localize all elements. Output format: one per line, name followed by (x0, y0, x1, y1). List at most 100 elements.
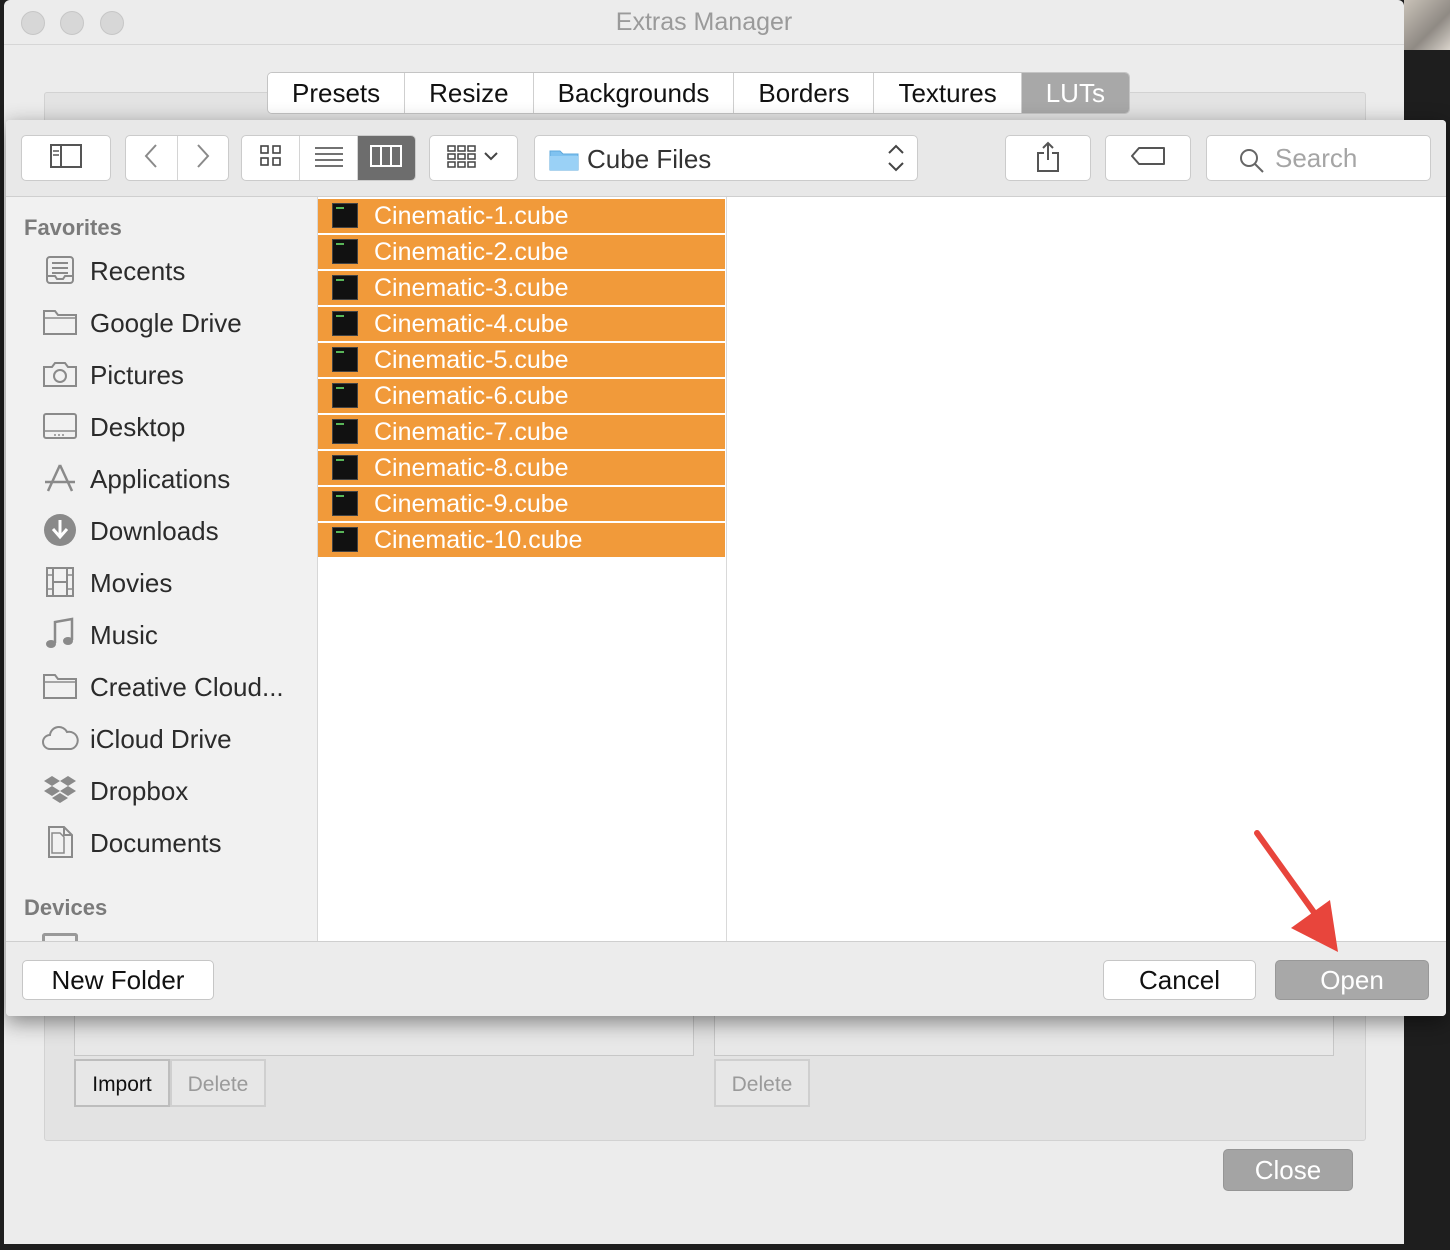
history-navigation (125, 135, 229, 181)
camera-icon (40, 357, 80, 391)
tab-resize[interactable]: Resize (405, 73, 534, 113)
group-grid-icon (446, 144, 501, 173)
sidebar-item-label: Google Drive (90, 308, 242, 338)
preview-column (727, 197, 1446, 941)
file-name: Cinematic-10.cube (374, 526, 583, 554)
tab-backgrounds[interactable]: Backgrounds (533, 73, 735, 113)
dropbox-icon (40, 773, 80, 807)
file-row[interactable]: Cinematic-6.cube (318, 379, 725, 415)
sidebar-item-label: Documents (90, 828, 222, 858)
columns-icon (370, 144, 403, 172)
sidebar-item-label: Downloads (90, 516, 219, 546)
file-icon (332, 383, 358, 408)
sidebar-item-documents[interactable]: Documents (6, 819, 317, 865)
sidebar-item-movies[interactable]: Movies (6, 559, 317, 605)
sidebar-item-label: Recents (90, 256, 186, 286)
open-file-dialog: Cube Files Favorites Recents Google Driv… (6, 120, 1446, 1016)
file-icon (332, 491, 358, 516)
extras-tabs: Presets Resize Backgrounds Borders Textu… (267, 72, 1130, 114)
chevron-right-icon (196, 143, 210, 174)
tag-button[interactable] (1105, 135, 1191, 181)
tab-presets[interactable]: Presets (268, 73, 406, 113)
import-button[interactable]: Import (74, 1059, 170, 1107)
file-row[interactable]: Cinematic-8.cube (318, 451, 725, 487)
share-icon (1036, 140, 1060, 177)
sidebar-item-creative-cloud[interactable]: Creative Cloud... (6, 663, 317, 709)
tab-textures[interactable]: Textures (874, 73, 1022, 113)
sidebar-item-music[interactable]: Music (6, 611, 317, 657)
list-icon (314, 145, 344, 172)
back-button[interactable] (126, 136, 178, 180)
sidebar-item-applications[interactable]: Applications (6, 455, 317, 501)
file-name: Cinematic-2.cube (374, 238, 569, 266)
file-name: Cinematic-3.cube (374, 274, 569, 302)
sidebar-item-desktop[interactable]: Desktop (6, 403, 317, 449)
title-bar: Extras Manager (4, 0, 1404, 45)
file-name: Cinematic-4.cube (374, 310, 569, 338)
file-row[interactable]: Cinematic-3.cube (318, 271, 725, 307)
share-button[interactable] (1005, 135, 1091, 181)
file-name: Cinematic-8.cube (374, 454, 569, 482)
search-input[interactable] (1275, 143, 1420, 173)
file-row[interactable]: Cinematic-10.cube (318, 523, 725, 559)
new-folder-button[interactable]: New Folder (22, 960, 214, 1000)
sidebar-item-label: Music (90, 620, 158, 650)
file-row[interactable]: Cinematic-4.cube (318, 307, 725, 343)
sidebar-item-google-drive[interactable]: Google Drive (6, 299, 317, 345)
cancel-button[interactable]: Cancel (1103, 960, 1256, 1000)
window-title: Extras Manager (615, 8, 793, 36)
devices-heading: Devices (24, 895, 108, 920)
location-popup[interactable]: Cube Files (534, 135, 918, 181)
file-row[interactable]: Cinematic-7.cube (318, 415, 725, 451)
sidebar-item-label: Applications (90, 464, 231, 494)
device-icon (42, 933, 78, 941)
sidebar-item-icloud-drive[interactable]: iCloud Drive (6, 715, 317, 761)
search-icon (1239, 148, 1265, 179)
file-icon (332, 203, 358, 228)
file-name: Cinematic-6.cube (374, 382, 569, 410)
sidebar-item-dropbox[interactable]: Dropbox (6, 767, 317, 813)
sidebar-item-label: Movies (90, 568, 173, 598)
file-row[interactable]: Cinematic-5.cube (318, 343, 725, 379)
group-by-button[interactable] (429, 135, 518, 181)
film-icon (40, 565, 80, 599)
delete-button[interactable]: Delete (170, 1059, 266, 1107)
installed-luts-list[interactable] (714, 1012, 1334, 1056)
sidebar-toggle-button[interactable] (21, 135, 111, 181)
tab-luts[interactable]: LUTs (1021, 73, 1129, 113)
background-thumbnail (1404, 0, 1450, 50)
view-mode-control (241, 135, 416, 181)
sidebar-item-pictures[interactable]: Pictures (6, 351, 317, 397)
file-icon (332, 275, 358, 300)
icon-view-button[interactable] (242, 136, 301, 180)
file-row[interactable]: Cinematic-9.cube (318, 487, 725, 523)
file-name: Cinematic-9.cube (374, 490, 569, 518)
chevron-left-icon (144, 143, 158, 174)
column-view-button[interactable] (357, 136, 415, 180)
folder-icon (40, 669, 80, 703)
file-icon (332, 347, 358, 372)
tab-borders[interactable]: Borders (734, 73, 875, 113)
close-button[interactable]: Close (1223, 1149, 1353, 1191)
forward-button[interactable] (178, 136, 228, 180)
file-row[interactable]: Cinematic-2.cube (318, 235, 725, 271)
file-icon (332, 455, 358, 480)
desktop-icon (40, 409, 80, 443)
file-row[interactable]: Cinematic-1.cube (318, 199, 725, 235)
sidebar-item-label: Creative Cloud... (90, 672, 284, 702)
sidebar-item-label: Dropbox (90, 776, 189, 806)
favorites-heading: Favorites (24, 215, 122, 240)
luts-list[interactable] (74, 1012, 694, 1056)
list-view-button[interactable] (300, 136, 358, 180)
file-name: Cinematic-1.cube (374, 202, 569, 230)
cloud-icon (40, 721, 80, 755)
sidebar-item-downloads[interactable]: Downloads (6, 507, 317, 553)
open-button[interactable]: Open (1275, 960, 1429, 1000)
delete-installed-button[interactable]: Delete (714, 1059, 810, 1107)
sidebar-item-recents[interactable]: Recents (6, 247, 317, 293)
dialog-toolbar: Cube Files (6, 120, 1446, 197)
applications-icon (40, 461, 80, 495)
recents-icon (40, 253, 80, 287)
search-field[interactable] (1206, 135, 1431, 181)
folder-icon (40, 305, 80, 339)
